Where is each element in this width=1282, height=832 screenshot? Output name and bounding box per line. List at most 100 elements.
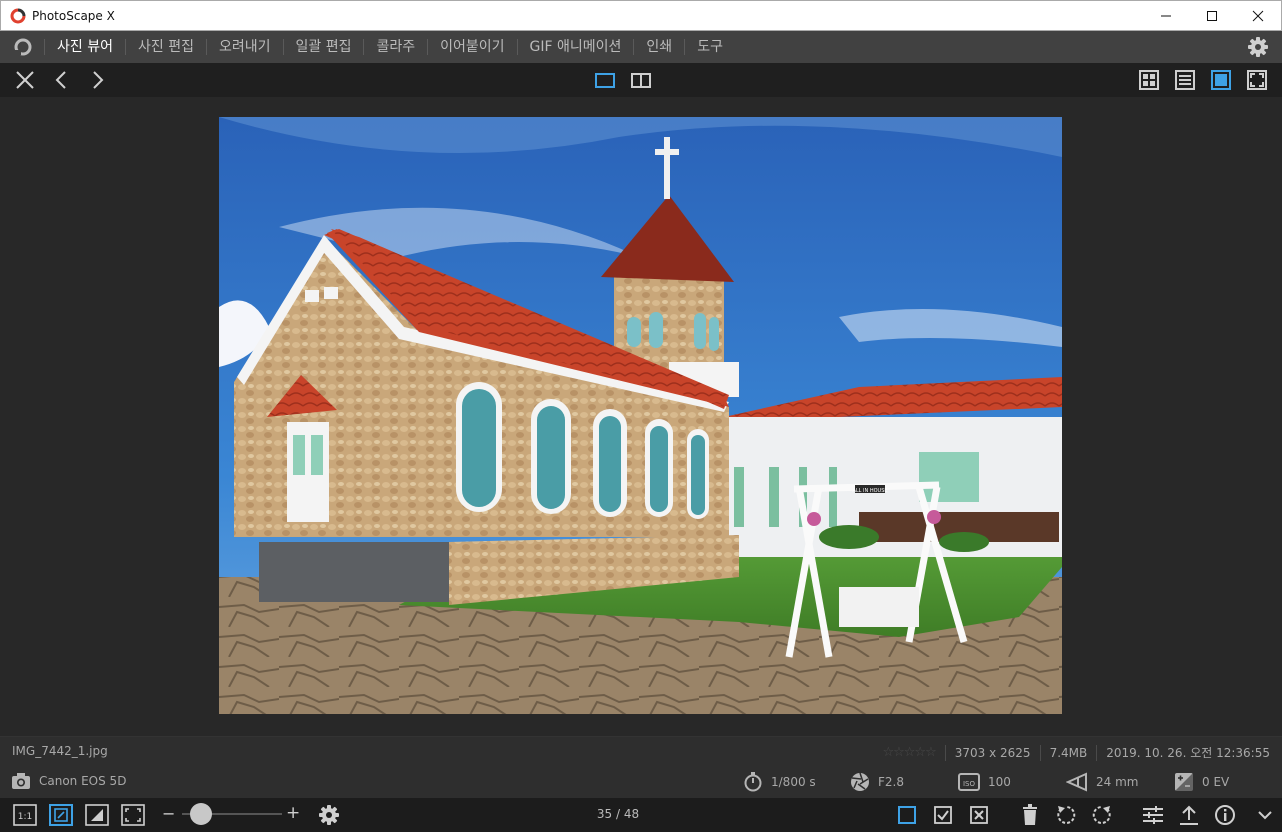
adjust-button[interactable] (1141, 803, 1165, 827)
church-photo-image: ALL IN HOUSE (219, 117, 1062, 714)
single-view-icon (595, 73, 615, 88)
one-to-one-icon: 1:1 (13, 804, 37, 826)
aperture-value: F2.8 (878, 775, 904, 789)
expand-icon (121, 804, 145, 826)
grid-icon (1139, 70, 1159, 90)
list-layout-button[interactable] (1173, 68, 1197, 92)
menu-gif-animation[interactable]: GIF 애니메이션 (516, 39, 634, 55)
menu-cut-out[interactable]: 오려내기 (205, 39, 283, 55)
file-date: 2019. 10. 26. 오전 12:36:55 (1106, 746, 1270, 760)
menu-photo-viewer[interactable]: 사진 뷰어 (44, 39, 125, 55)
single-photo-layout-icon (1211, 70, 1231, 90)
svg-text:ISO: ISO (963, 780, 976, 788)
reject-photo-button[interactable] (967, 803, 991, 827)
menu-tools[interactable]: 도구 (684, 39, 735, 55)
viewer-settings-button[interactable] (317, 803, 341, 827)
app-logo-icon (10, 8, 26, 23)
camera-model: Canon EOS 5D (39, 774, 127, 788)
file-name: IMG_7442_1.jpg (12, 744, 108, 758)
empty-checkbox-icon (898, 806, 916, 824)
window-title: PhotoScape X (32, 8, 115, 23)
ev-info: 0 EV (1174, 772, 1229, 792)
fullscreen-button[interactable] (1245, 68, 1269, 92)
chevron-left-icon (55, 71, 66, 89)
check-photo-button[interactable] (931, 803, 955, 827)
file-size: 7.4MB (1049, 745, 1088, 760)
iso-value: 100 (988, 775, 1011, 789)
maximize-button[interactable] (1189, 1, 1235, 31)
rating-stars[interactable]: ☆☆☆☆☆ (882, 745, 936, 760)
single-layout-button[interactable] (1209, 68, 1233, 92)
previous-photo-button[interactable] (50, 68, 74, 92)
settings-gear-icon[interactable] (1247, 36, 1269, 58)
aperture-info: F2.8 (850, 772, 904, 792)
actual-size-button[interactable]: 1:1 (13, 803, 37, 827)
shutter-info: 1/800 s (743, 772, 816, 792)
focal-length: 24 mm (1096, 775, 1139, 789)
swing-sign-text: ALL IN HOUSE (852, 488, 887, 494)
page-counter: 35 / 48 (596, 807, 640, 821)
divider (1096, 744, 1098, 761)
fullscreen-icon (1247, 70, 1267, 90)
chevron-down-icon (1258, 811, 1272, 820)
svg-text:1:1: 1:1 (18, 812, 32, 822)
checkbox-x-icon (970, 806, 988, 824)
home-icon[interactable] (12, 36, 34, 58)
delete-button[interactable] (1018, 803, 1042, 827)
exif-bar: Canon EOS 5D 1/800 s F2.8 ISO 100 24 mm … (0, 766, 1282, 798)
title-bar: PhotoScape X (0, 0, 1282, 31)
iso-info: ISO 100 (958, 772, 1011, 792)
minimize-button[interactable] (1143, 1, 1189, 31)
fill-window-button[interactable] (85, 803, 109, 827)
fit-window-button[interactable] (49, 803, 73, 827)
focal-length-icon (1066, 772, 1087, 792)
maximize-icon (1207, 11, 1217, 21)
info-icon (1215, 805, 1235, 825)
photo-church[interactable]: ALL IN HOUSE (219, 117, 1062, 714)
menu-print[interactable]: 인쇄 (633, 39, 684, 55)
share-button[interactable] (1177, 803, 1201, 827)
shutter-speed: 1/800 s (771, 775, 816, 789)
close-window-button[interactable] (1235, 1, 1281, 31)
gear-icon (319, 805, 339, 825)
close-icon (1252, 10, 1264, 22)
rotate-right-icon (1092, 805, 1111, 824)
camera-info: Canon EOS 5D (11, 772, 126, 790)
menu-batch-editor[interactable]: 일괄 편집 (282, 39, 364, 55)
exposure-value: 0 EV (1202, 775, 1230, 789)
expand-window-button[interactable] (121, 803, 145, 827)
rotate-right-button[interactable] (1090, 803, 1114, 827)
aperture-icon (851, 772, 869, 791)
zoom-out-button[interactable]: − (162, 804, 175, 823)
chevron-right-icon (93, 71, 104, 89)
info-button[interactable] (1213, 803, 1237, 827)
menu-collage[interactable]: 콜라주 (363, 39, 427, 55)
exposure-icon (1175, 773, 1193, 791)
fill-window-icon (85, 804, 109, 826)
next-photo-button[interactable] (85, 68, 109, 92)
trash-icon (1023, 804, 1037, 825)
zoom-in-button[interactable]: + (286, 803, 300, 823)
rotate-left-button[interactable] (1054, 803, 1078, 827)
photo-viewer: ALL IN HOUSE (0, 97, 1282, 736)
more-options-button[interactable] (1253, 803, 1277, 827)
compare-view-button[interactable] (629, 68, 653, 92)
bottom-toolbar: 1:1 − + 35 / 48 (0, 798, 1282, 832)
single-view-button[interactable] (593, 68, 617, 92)
list-icon (1175, 70, 1195, 90)
focal-info: 24 mm (1066, 772, 1138, 792)
fit-window-icon (49, 804, 73, 826)
sliders-icon (1143, 806, 1163, 824)
iso-icon: ISO (958, 773, 980, 791)
image-dimensions: 3703 x 2625 (954, 745, 1031, 760)
menu-combine[interactable]: 이어붙이기 (427, 39, 516, 55)
select-none-button[interactable] (895, 803, 919, 827)
zoom-slider-knob[interactable] (190, 803, 212, 825)
rotate-left-icon (1057, 805, 1076, 824)
camera-icon (12, 773, 30, 789)
close-viewer-button[interactable] (13, 68, 37, 92)
grid-layout-button[interactable] (1137, 68, 1161, 92)
menu-photo-editor[interactable]: 사진 편집 (124, 39, 206, 55)
file-info-bar: IMG_7442_1.jpg ☆☆☆☆☆ 3703 x 2625 7.4MB 2… (0, 736, 1282, 766)
checkbox-checked-icon (934, 806, 952, 824)
